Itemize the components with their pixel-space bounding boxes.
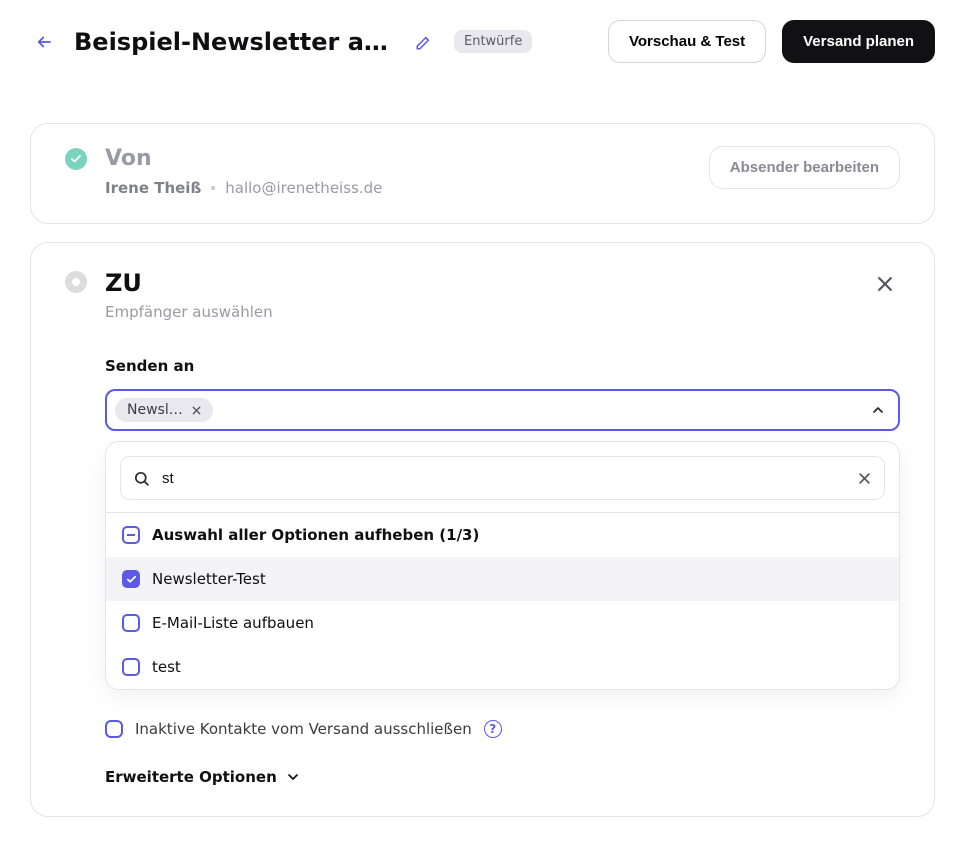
deselect-all-label: Auswahl aller Optionen aufheben (1/3) bbox=[152, 526, 479, 544]
search-icon bbox=[133, 470, 150, 487]
edit-title-button[interactable] bbox=[410, 28, 438, 56]
chevron-down-icon bbox=[285, 769, 301, 785]
page-title: Beispiel-Newsletter an ei… bbox=[74, 28, 394, 56]
exclude-inactive-checkbox[interactable] bbox=[105, 720, 123, 738]
indeterminate-checkbox[interactable] bbox=[122, 526, 140, 544]
top-bar: Beispiel-Newsletter an ei… Entwürfe Vors… bbox=[30, 20, 935, 63]
dropdown-search-input[interactable] bbox=[160, 469, 847, 488]
dropdown-search-field[interactable] bbox=[120, 456, 885, 500]
sender-name: Irene Theiß bbox=[105, 179, 201, 197]
option-label: Newsletter-Test bbox=[152, 570, 266, 588]
check-icon bbox=[70, 153, 82, 165]
back-arrow-icon bbox=[35, 33, 53, 51]
deselect-all-row[interactable]: Auswahl aller Optionen aufheben (1/3) bbox=[106, 513, 899, 557]
status-badge: Entwürfe bbox=[454, 30, 532, 53]
to-section-subtitle: Empfänger auswählen bbox=[105, 303, 273, 321]
schedule-send-button[interactable]: Versand planen bbox=[782, 20, 935, 63]
checkbox-checked[interactable] bbox=[122, 570, 140, 588]
separator-dot bbox=[211, 186, 215, 190]
sender-email: hallo@irenetheiss.de bbox=[225, 179, 382, 197]
chip-label: Newsl… bbox=[127, 402, 183, 418]
exclude-inactive-row: Inaktive Kontakte vom Versand ausschließ… bbox=[105, 720, 900, 738]
close-icon bbox=[857, 471, 872, 486]
close-icon bbox=[875, 274, 895, 294]
combobox-toggle[interactable] bbox=[870, 402, 886, 418]
option-row[interactable]: Newsletter-Test bbox=[106, 557, 899, 601]
preview-test-button[interactable]: Vorschau & Test bbox=[608, 20, 766, 63]
exclude-inactive-label: Inaktive Kontakte vom Versand ausschließ… bbox=[135, 720, 472, 738]
clear-search-button[interactable] bbox=[857, 471, 872, 486]
option-label: test bbox=[152, 658, 181, 676]
step-done-bullet bbox=[65, 148, 87, 170]
option-row[interactable]: E-Mail-Liste aufbauen bbox=[106, 601, 899, 645]
check-icon bbox=[126, 574, 137, 585]
recipient-dropdown: Auswahl aller Optionen aufheben (1/3) Ne… bbox=[105, 441, 900, 690]
advanced-options-label: Erweiterte Optionen bbox=[105, 768, 277, 786]
advanced-options-toggle[interactable]: Erweiterte Optionen bbox=[105, 768, 301, 786]
selected-recipient-chip: Newsl… bbox=[115, 398, 213, 422]
from-sender-line: Irene Theiß hallo@irenetheiss.de bbox=[105, 179, 382, 197]
to-section-card: ZU Empfänger auswählen Senden an Newsl… bbox=[30, 242, 935, 817]
checkbox-unchecked[interactable] bbox=[122, 658, 140, 676]
from-section-title: Von bbox=[105, 146, 382, 171]
send-to-label: Senden an bbox=[105, 357, 900, 375]
chip-remove-button[interactable] bbox=[189, 402, 205, 418]
to-section-title: ZU bbox=[105, 269, 273, 297]
chevron-up-icon bbox=[870, 402, 886, 418]
recipient-combobox[interactable]: Newsl… bbox=[105, 389, 900, 431]
from-section-card: Von Irene Theiß hallo@irenetheiss.de Abs… bbox=[30, 123, 935, 224]
close-icon bbox=[191, 405, 202, 416]
option-label: E-Mail-Liste aufbauen bbox=[152, 614, 314, 632]
checkbox-unchecked[interactable] bbox=[122, 614, 140, 632]
edit-sender-button[interactable]: Absender bearbeiten bbox=[709, 146, 900, 189]
option-row[interactable]: test bbox=[106, 645, 899, 689]
back-button[interactable] bbox=[30, 28, 58, 56]
step-pending-bullet bbox=[65, 271, 87, 293]
help-tooltip-button[interactable]: ? bbox=[484, 720, 502, 738]
pencil-icon bbox=[415, 33, 433, 51]
close-section-button[interactable] bbox=[870, 269, 900, 299]
